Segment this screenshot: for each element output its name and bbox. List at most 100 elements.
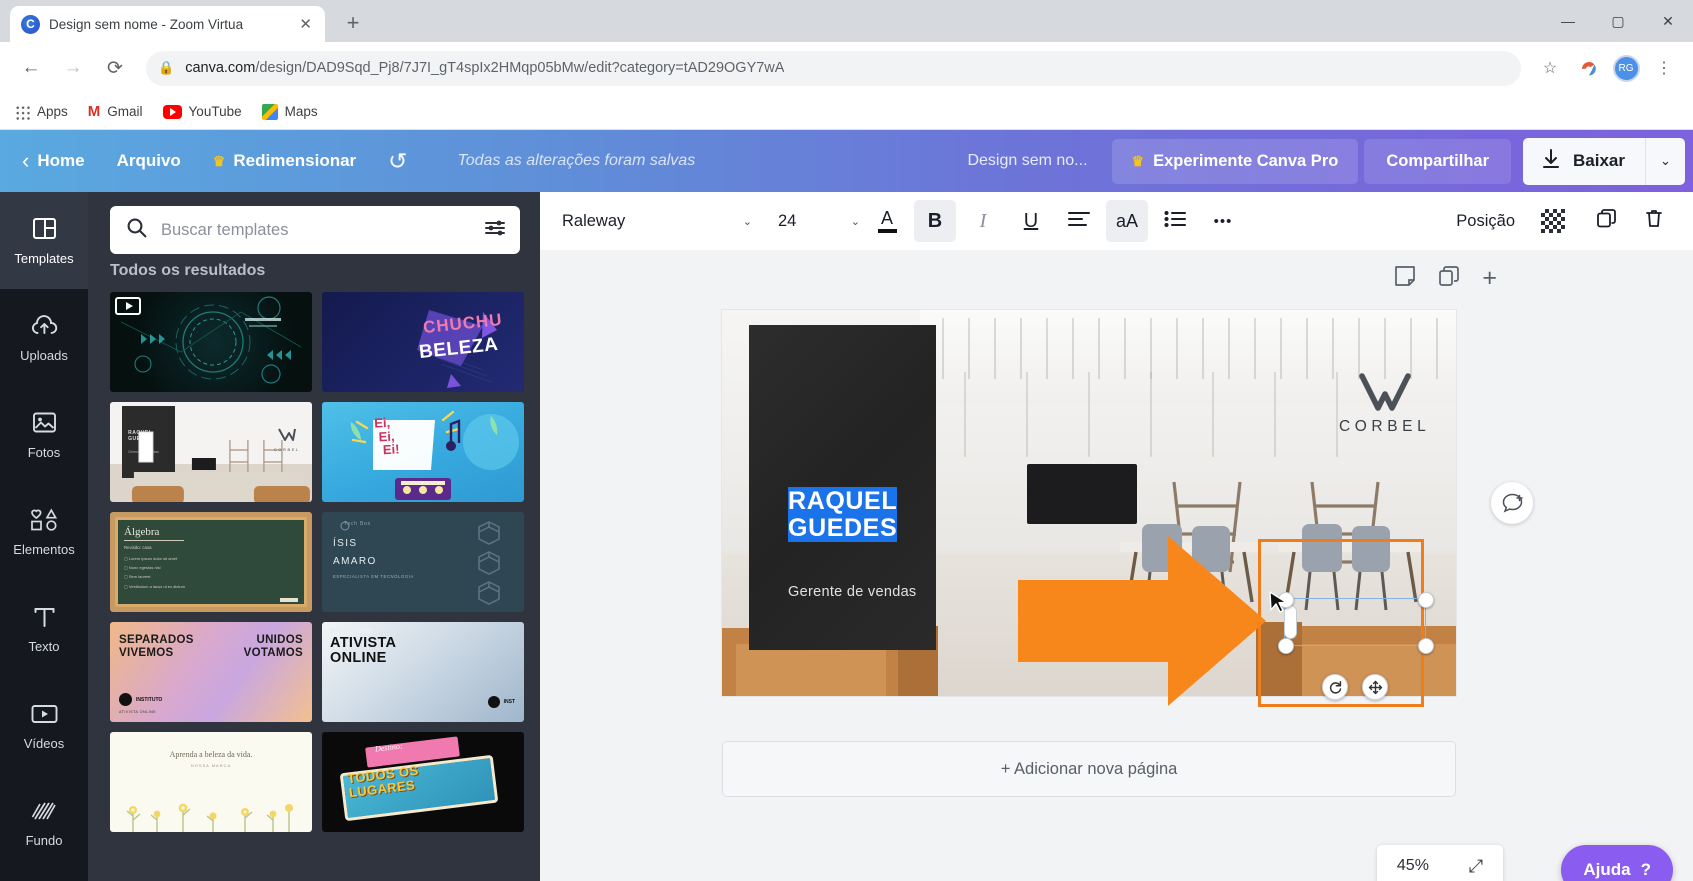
- text-case-button[interactable]: aA: [1106, 200, 1148, 242]
- template-thumb-separados-vivemos[interactable]: SEPARADOS VIVEMOS UNIDOS VOTAMOS INSTITUTO…: [110, 622, 312, 722]
- sidebar-item-fotos[interactable]: Fotos: [0, 386, 88, 483]
- filter-sliders-icon[interactable]: [484, 219, 506, 242]
- avatar: RG: [1612, 54, 1640, 82]
- font-family-select[interactable]: Raleway ⌄: [562, 212, 760, 231]
- new-tab-button[interactable]: +: [335, 5, 371, 41]
- home-button[interactable]: ‹ Home: [0, 148, 101, 174]
- zoom-control[interactable]: 45% ⤢: [1377, 845, 1503, 881]
- download-button[interactable]: Baixar: [1523, 137, 1645, 185]
- help-question-icon: ?: [1640, 860, 1651, 879]
- sidebar-item-videos[interactable]: Vídeos: [0, 677, 88, 774]
- maximize-icon[interactable]: ▢: [1593, 0, 1643, 42]
- sidebar-item-fundo[interactable]: Fundo: [0, 774, 88, 871]
- arquivo-menu[interactable]: Arquivo: [101, 151, 197, 171]
- comment-add-button[interactable]: [1491, 482, 1533, 524]
- template-thumb-todos-os-lugares[interactable]: Destino: TODOS OS LUGARES: [322, 732, 524, 832]
- chrome-menu-icon[interactable]: ⋮: [1647, 51, 1681, 85]
- align-left-icon: [1068, 210, 1090, 233]
- minimize-icon[interactable]: —: [1543, 0, 1593, 42]
- sidebar-item-label: Fundo: [25, 832, 63, 848]
- font-family-value: Raleway: [562, 211, 626, 230]
- sidebar-item-label: Uploads: [20, 347, 68, 363]
- left-rail: Templates Uploads Fotos Elementos Texto …: [0, 192, 88, 881]
- rotate-icon[interactable]: [1322, 674, 1348, 700]
- help-button[interactable]: Ajuda ?: [1561, 845, 1673, 881]
- forward-icon[interactable]: →: [54, 49, 92, 87]
- more-options-button[interactable]: •••: [1202, 200, 1244, 242]
- try-canva-pro-button[interactable]: ♛ Experimente Canva Pro: [1111, 138, 1359, 184]
- text-selection-box[interactable]: [1284, 598, 1426, 646]
- bookmark-youtube[interactable]: YouTube: [162, 104, 242, 119]
- browser-tab[interactable]: C Design sem nome - Zoom Virtua ✕: [10, 6, 325, 42]
- font-size-select[interactable]: 24 ⌄: [778, 212, 860, 231]
- list-button[interactable]: [1154, 200, 1196, 242]
- fullscreen-icon[interactable]: ⤢: [1469, 856, 1483, 877]
- template-thumb-ativista-online[interactable]: ATIVISTA ONLINE INST: [322, 622, 524, 722]
- thumb-text: ESPECIALISTA EM TECNOLOGIA: [333, 574, 414, 579]
- resize-handle-bottom-left[interactable]: [1278, 638, 1294, 654]
- download-icon: [1541, 148, 1561, 174]
- add-page-icon[interactable]: +: [1482, 264, 1497, 293]
- resize-handle-top-right[interactable]: [1418, 592, 1434, 608]
- search-input[interactable]: [161, 220, 470, 240]
- document-name[interactable]: Design sem no...: [943, 152, 1111, 170]
- add-new-page-button[interactable]: + Adicionar nova página: [722, 741, 1456, 797]
- extension-icon[interactable]: [1571, 51, 1605, 85]
- trash-icon: [1644, 208, 1664, 235]
- template-thumb-isis-amaro[interactable]: Tech Box ÍSIS AMARO ESPECIALISTA EM TECN…: [322, 512, 524, 612]
- download-options-caret[interactable]: ⌄: [1645, 137, 1685, 185]
- crown-icon: ♛: [212, 152, 226, 169]
- redimensionar-button[interactable]: ♛ Redimensionar: [197, 151, 372, 171]
- crown-icon: ♛: [1131, 152, 1145, 169]
- bookmark-maps[interactable]: Maps: [261, 103, 318, 120]
- template-thumb-aprenda-beleza[interactable]: Aprenda a beleza da vida. NOSSA MARCA: [110, 732, 312, 832]
- sidebar-item-uploads[interactable]: Uploads: [0, 289, 88, 386]
- profile-avatar[interactable]: RG: [1609, 51, 1643, 85]
- save-status: Todas as alterações foram salvas: [457, 152, 696, 169]
- share-button[interactable]: Compartilhar: [1364, 138, 1512, 184]
- card-name-text[interactable]: RAQUEL GUEDES: [788, 486, 1427, 542]
- search-box[interactable]: [110, 206, 520, 254]
- transparency-checker-icon[interactable]: [1541, 209, 1565, 233]
- bold-button[interactable]: B: [914, 200, 956, 242]
- search-area: [88, 192, 540, 254]
- sidebar-item-templates[interactable]: Templates: [0, 192, 88, 289]
- thumb-text: ▢ Lorem ipsum dolor sit amet ▢ Nunc egest…: [124, 556, 185, 589]
- browser-toolbar: ← → ⟳ 🔒 canva.com/design/DAD9Sqd_Pj8/7J7…: [0, 42, 1693, 94]
- undo-button[interactable]: ↺: [372, 148, 423, 175]
- template-thumb-office-corbel[interactable]: RAQUELGUEDES Gerente de vendas: [110, 402, 312, 502]
- sidebar-item-elementos[interactable]: Elementos: [0, 483, 88, 580]
- thumb-logo: CORBEL: [274, 428, 300, 452]
- template-thumb-algebra[interactable]: Álgebra Revisão: casa ▢ Lorem ipsum dolo…: [110, 512, 312, 612]
- close-window-icon[interactable]: ✕: [1643, 0, 1693, 42]
- back-icon[interactable]: ←: [12, 49, 50, 87]
- duplicate-page-icon[interactable]: [1438, 265, 1460, 293]
- template-thumb-chuchu-beleza[interactable]: CHUCHU BELEZA: [322, 292, 524, 392]
- upload-cloud-icon: [31, 313, 58, 339]
- resize-handle-bottom-right[interactable]: [1418, 638, 1434, 654]
- thumb-text: ATIVISTA ONLINE: [119, 710, 157, 714]
- sidebar-item-folder[interactable]: [0, 871, 88, 881]
- address-bar[interactable]: 🔒 canva.com/design/DAD9Sqd_Pj8/7J7I_gT4s…: [146, 50, 1521, 86]
- align-button[interactable]: [1058, 200, 1100, 242]
- position-button[interactable]: Posição: [1444, 212, 1527, 231]
- bookmark-apps[interactable]: Apps: [14, 103, 68, 120]
- move-icon[interactable]: [1362, 674, 1388, 700]
- card-name-line1: RAQUEL: [788, 486, 898, 515]
- sidebar-item-texto[interactable]: Texto: [0, 580, 88, 677]
- template-thumb-ei-ei-ei[interactable]: Ei, Ei, Ei!: [322, 402, 524, 502]
- italic-button[interactable]: I: [962, 200, 1004, 242]
- template-thumb-tech-hud[interactable]: [110, 292, 312, 392]
- thumb-text: ATIVISTA ONLINE: [330, 635, 397, 667]
- thumb-text: INSTITUTO: [136, 696, 163, 703]
- reload-icon[interactable]: ⟳: [96, 49, 134, 87]
- close-tab-icon[interactable]: ✕: [297, 15, 314, 33]
- underline-button[interactable]: U: [1010, 200, 1052, 242]
- sticky-note-icon[interactable]: [1394, 265, 1416, 293]
- thumb-text: NOSSA MARCA: [190, 763, 232, 768]
- delete-button[interactable]: [1633, 200, 1675, 242]
- duplicate-button[interactable]: [1585, 200, 1627, 242]
- text-color-button[interactable]: A: [866, 200, 908, 242]
- bookmark-gmail[interactable]: M Gmail: [88, 104, 143, 119]
- bookmark-star-icon[interactable]: ☆: [1533, 51, 1567, 85]
